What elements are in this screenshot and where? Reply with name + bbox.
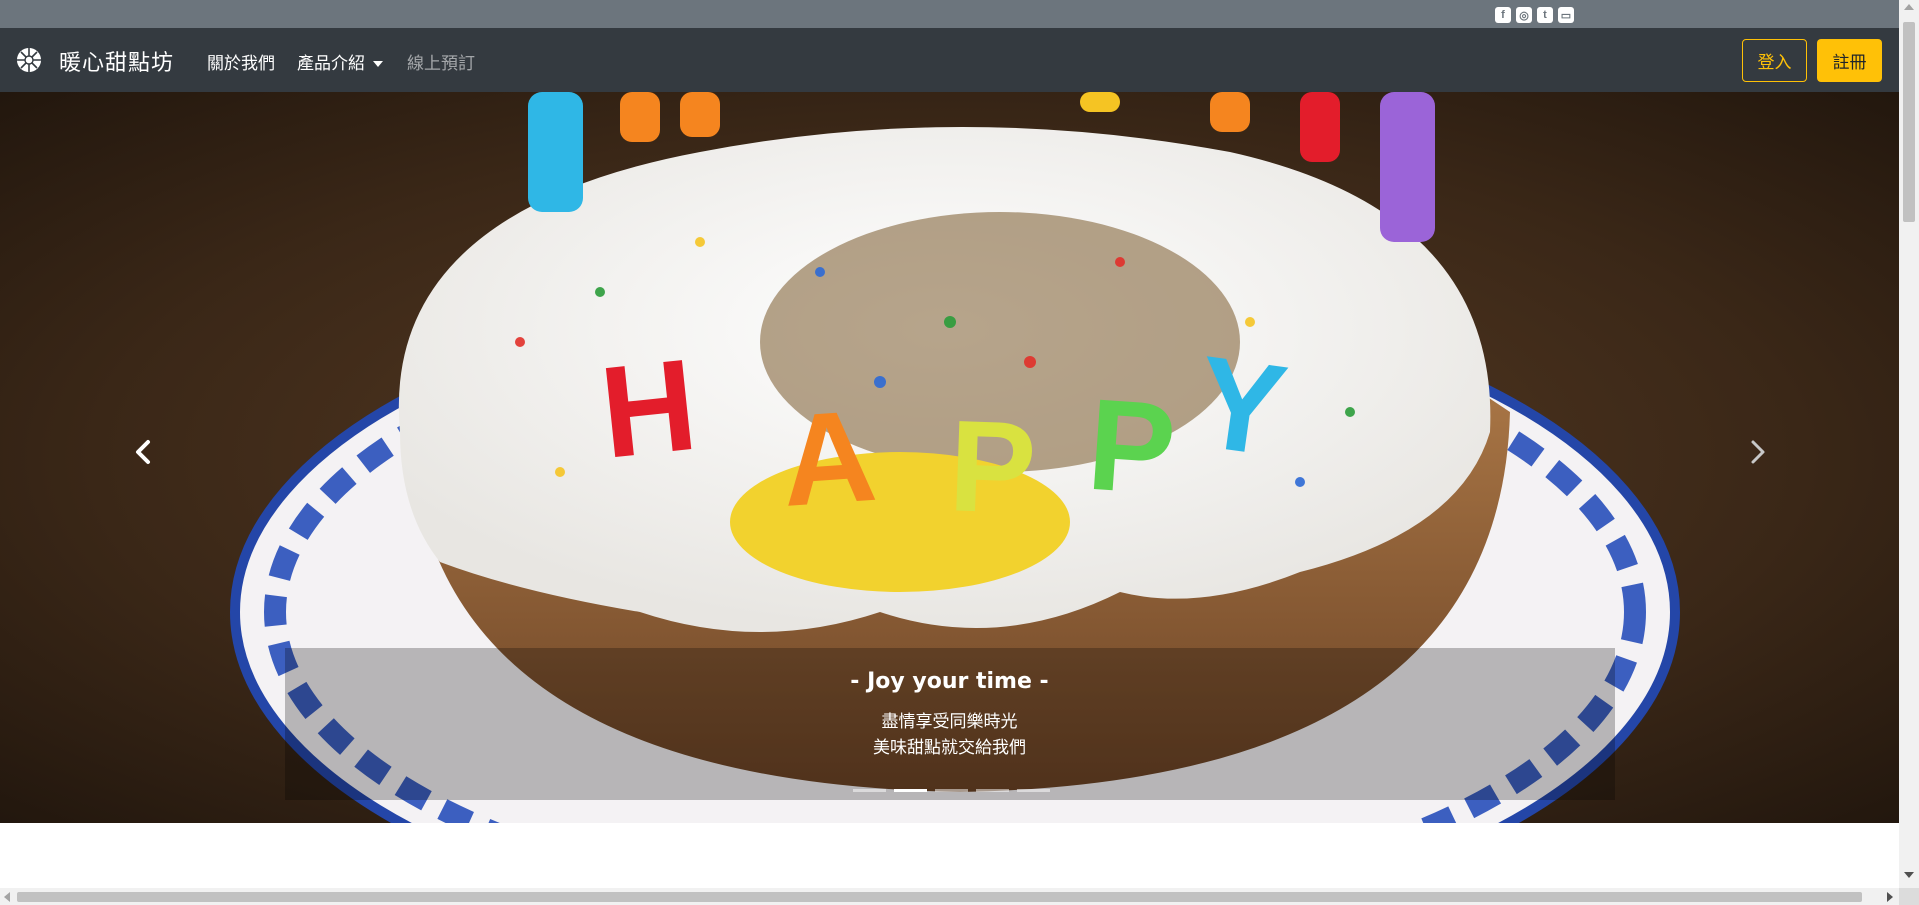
- carousel-indicator-4[interactable]: [976, 789, 1009, 792]
- scrollbar-corner: [1899, 888, 1919, 905]
- facebook-icon[interactable]: f: [1495, 7, 1511, 23]
- carousel-prev-button[interactable]: [123, 432, 163, 472]
- nav-products-label: 產品介紹: [297, 54, 365, 74]
- line-icon[interactable]: ▭: [1558, 7, 1574, 23]
- scroll-right-icon[interactable]: [1887, 892, 1893, 902]
- carousel-next-button[interactable]: [1738, 432, 1778, 472]
- vertical-scroll-thumb[interactable]: [1903, 22, 1915, 222]
- nav-link-about[interactable]: 關於我們: [207, 49, 275, 74]
- svg-text:H: H: [594, 331, 703, 486]
- carousel-caption-title: - Joy your time -: [850, 669, 1049, 694]
- instagram-icon[interactable]: ◎: [1516, 7, 1532, 23]
- svg-text:P: P: [1083, 371, 1180, 523]
- main-navbar: 暖心甜點坊 關於我們 產品介紹 線上預訂 登入 註冊: [0, 28, 1899, 92]
- scroll-up-icon[interactable]: [1904, 4, 1914, 10]
- svg-text:A: A: [777, 382, 881, 534]
- carousel-indicators: [853, 789, 1050, 792]
- nav-link-booking[interactable]: 線上預訂: [407, 49, 475, 74]
- login-button[interactable]: 登入: [1742, 39, 1807, 82]
- brand-name[interactable]: 暖心甜點坊: [59, 45, 174, 77]
- social-bar: f ◎ t ▭: [0, 0, 1899, 28]
- chevron-right-icon: [1751, 440, 1765, 464]
- scroll-left-icon[interactable]: [4, 892, 10, 902]
- twitter-icon[interactable]: t: [1537, 7, 1553, 23]
- carousel-indicator-3[interactable]: [935, 789, 968, 792]
- carousel-caption-line-1: 盡情享受同樂時光: [881, 712, 1018, 732]
- social-links: f ◎ t ▭: [1495, 7, 1574, 23]
- nav-dropdown-products[interactable]: 產品介紹: [297, 49, 383, 74]
- caret-down-icon: [373, 61, 383, 67]
- carousel-indicator-1[interactable]: [853, 789, 886, 792]
- carousel-indicator-2[interactable]: [894, 789, 927, 792]
- carousel-indicator-5[interactable]: [1017, 789, 1050, 792]
- register-button[interactable]: 註冊: [1817, 39, 1882, 82]
- chevron-left-icon: [136, 440, 150, 464]
- brand-logo-icon[interactable]: [17, 48, 41, 72]
- vertical-scrollbar[interactable]: [1899, 0, 1919, 888]
- horizontal-scrollbar[interactable]: [0, 888, 1899, 905]
- carousel-caption-line-2: 美味甜點就交給我們: [873, 738, 1026, 758]
- horizontal-scroll-thumb[interactable]: [17, 892, 1862, 902]
- scroll-down-icon[interactable]: [1904, 872, 1914, 878]
- svg-text:P: P: [947, 392, 1039, 541]
